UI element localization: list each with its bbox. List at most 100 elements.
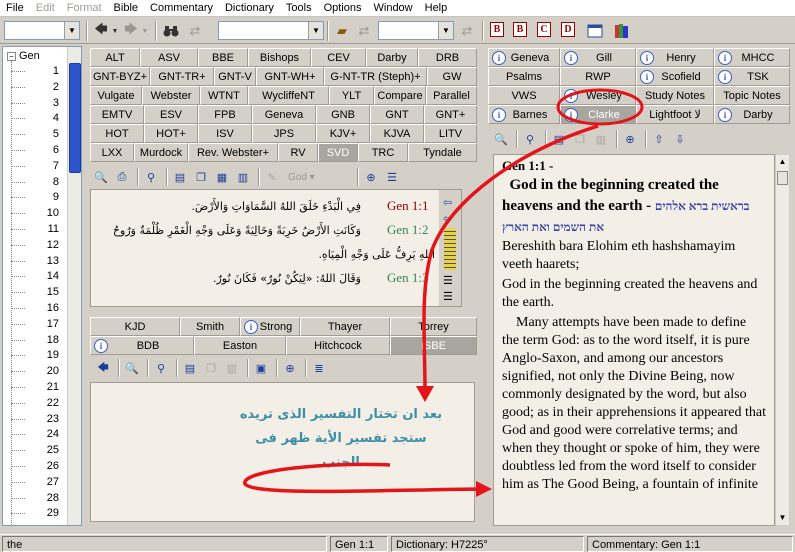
menu-file[interactable]: File xyxy=(0,0,30,17)
highlight-pen-icon[interactable]: ✎ xyxy=(263,168,281,186)
tab-dict-hitchcock[interactable]: Hitchcock xyxy=(286,336,390,355)
tab-commentary-tsk[interactable]: i TSK xyxy=(714,67,790,86)
menu-tools[interactable]: Tools xyxy=(280,0,318,17)
tree-chapter[interactable]: 20 xyxy=(11,364,59,378)
tab-bible-litv[interactable]: LITV xyxy=(424,124,477,143)
tab-bible-fpb[interactable]: FPB xyxy=(198,105,252,124)
tree-chapter[interactable]: 22 xyxy=(11,396,59,410)
back-arrow-icon[interactable]: 🡄 xyxy=(94,359,112,377)
tab-commentary-geneva[interactable]: i Geneva xyxy=(488,48,560,67)
tab-bible-wtnt[interactable]: WTNT xyxy=(200,86,248,105)
search-icon[interactable]: 🔍 xyxy=(92,168,110,186)
tab-bible-kjv-[interactable]: KJV+ xyxy=(316,124,370,143)
tab-bible-esv[interactable]: ESV xyxy=(144,105,198,124)
tab-bible-jps[interactable]: JPS xyxy=(252,124,316,143)
chevron-down-icon[interactable]: ▼ xyxy=(438,22,453,39)
link-icon[interactable]: ⇦ xyxy=(443,196,457,209)
export-icon[interactable]: ▥ xyxy=(223,359,241,377)
copy-icon[interactable]: ❐ xyxy=(571,130,589,148)
tree-chapter[interactable]: 17 xyxy=(11,317,59,331)
menu-help[interactable]: Help xyxy=(419,0,454,17)
tree-chapter[interactable]: 9 xyxy=(11,190,59,204)
tab-commentary-psalms[interactable]: Psalms xyxy=(488,67,560,86)
menu-bible[interactable]: Bible xyxy=(108,0,144,17)
tab-bible-parallel[interactable]: Parallel xyxy=(426,86,477,105)
zoom-icon[interactable]: ⊕ xyxy=(281,359,299,377)
tree-chapter[interactable]: 14 xyxy=(11,269,59,283)
binoculars-icon[interactable]: ⚲ xyxy=(521,130,539,148)
tab-bible-cev[interactable]: CEV xyxy=(311,48,366,67)
tab-commentary-clarke[interactable]: i Clarke xyxy=(560,105,636,124)
bible-text-pane[interactable]: فِي الْبَدْءِ خَلَقَ اللهُ السَّمَاوَاتِ… xyxy=(90,189,462,307)
copy-icon[interactable]: ❐ xyxy=(192,168,210,186)
tree-chapter[interactable]: 5 xyxy=(11,127,59,141)
menu-edit[interactable]: Edit xyxy=(30,0,61,17)
notes-icon[interactable]: ☰ xyxy=(443,274,457,287)
tab-dict-strong[interactable]: i Strong xyxy=(240,317,300,336)
document-icon[interactable]: ▤ xyxy=(171,168,189,186)
tab-bible-g-nt-tr-steph-[interactable]: G-NT-TR (Steph)+ xyxy=(324,67,427,86)
tree-chapter[interactable]: 4 xyxy=(11,111,59,125)
sync-icon[interactable]: ⇄ xyxy=(457,21,477,41)
menu-dictionary[interactable]: Dictionary xyxy=(219,0,280,17)
tree-chapter[interactable]: 11 xyxy=(11,222,59,236)
tab-bible-trc[interactable]: TRC xyxy=(358,143,408,162)
scroll-thumb[interactable] xyxy=(777,171,788,185)
info-icon[interactable]: i xyxy=(564,89,578,103)
tree-chapter[interactable]: 19 xyxy=(11,348,59,362)
tab-commentary-gill[interactable]: i Gill xyxy=(560,48,636,67)
tab-bible-gnt-byz-[interactable]: GNT-BYZ+ xyxy=(90,67,150,86)
tab-bible-kjva[interactable]: KJVA xyxy=(370,124,424,143)
chevron-down-icon[interactable]: ▼ xyxy=(308,22,323,39)
info-icon[interactable]: i xyxy=(564,51,578,65)
tab-bible-compare[interactable]: Compare xyxy=(374,86,426,105)
notes-icon[interactable]: ☰ xyxy=(443,290,457,303)
tab-bible-gnt-wh-[interactable]: GNT-WH+ xyxy=(256,67,324,86)
tab-bible-rv[interactable]: RV xyxy=(278,143,318,162)
forward-arrow-icon[interactable]: 🡆 xyxy=(122,21,140,41)
tab-bible-vulgate[interactable]: Vulgate xyxy=(90,86,142,105)
commentary-text-pane[interactable]: Gen 1:1 - God in the beginning created t… xyxy=(493,154,775,526)
binoculars-icon[interactable] xyxy=(160,21,182,41)
tab-dict-torrey[interactable]: Torrey xyxy=(390,317,477,336)
document-icon[interactable]: ▤ xyxy=(181,359,199,377)
tree-chapter[interactable]: 6 xyxy=(11,143,59,157)
print-icon[interactable]: ⎙ xyxy=(113,168,131,186)
tab-bible-gnt-[interactable]: GNT+ xyxy=(424,105,477,124)
tab-bible-geneva[interactable]: Geneva xyxy=(252,105,316,124)
tree-chapter[interactable]: 8 xyxy=(11,175,59,189)
book-icon[interactable]: ▰ xyxy=(332,21,352,41)
tree-chapter[interactable]: 21 xyxy=(11,380,59,394)
zoom-icon[interactable]: ⊕ xyxy=(362,168,380,186)
tab-bible-darby[interactable]: Darby xyxy=(366,48,418,67)
info-icon[interactable]: i xyxy=(718,70,732,84)
commentary-window-button[interactable]: C xyxy=(537,22,551,37)
tree-chapter[interactable]: 13 xyxy=(11,254,59,268)
tree-chapter[interactable]: 3 xyxy=(11,96,59,110)
menu-window[interactable]: Window xyxy=(368,0,419,17)
tab-bible-murdock[interactable]: Murdock xyxy=(134,143,188,162)
tree-chapter[interactable]: 7 xyxy=(11,159,59,173)
export-icon[interactable]: ▥ xyxy=(592,130,610,148)
tab-dict-isbe[interactable]: ISBE xyxy=(390,336,477,355)
tree-scrollbar[interactable] xyxy=(67,47,81,525)
folder-down-icon[interactable]: ⇩ xyxy=(671,130,689,148)
tab-bible-gnt-tr-[interactable]: GNT-TR+ xyxy=(150,67,214,86)
tree-chapter[interactable]: 12 xyxy=(11,238,59,252)
tab-bible-isv[interactable]: ISV xyxy=(198,124,252,143)
tree-chapter[interactable]: 29 xyxy=(11,506,59,520)
link-icon[interactable]: ⇦ xyxy=(443,212,457,225)
tab-commentary-scofield[interactable]: i Scofield xyxy=(636,67,714,86)
tab-dict-smith[interactable]: Smith xyxy=(180,317,240,336)
folder-up-icon[interactable]: ⇧ xyxy=(650,130,668,148)
scroll-up-icon[interactable]: ▲ xyxy=(776,155,789,169)
tree-chapter[interactable]: 27 xyxy=(11,475,59,489)
tree-chapter[interactable]: 26 xyxy=(11,459,59,473)
sync-icon[interactable]: ⇄ xyxy=(354,21,374,41)
strongs-numbers-icon[interactable]: ≣ xyxy=(310,359,328,377)
info-icon[interactable]: i xyxy=(244,320,258,334)
tab-bible-tyndale[interactable]: Tyndale xyxy=(408,143,477,162)
search-icon[interactable]: 🔍 xyxy=(123,359,141,377)
strongs-dropdown[interactable]: God ▾ xyxy=(284,168,354,186)
info-icon[interactable]: i xyxy=(564,108,578,122)
